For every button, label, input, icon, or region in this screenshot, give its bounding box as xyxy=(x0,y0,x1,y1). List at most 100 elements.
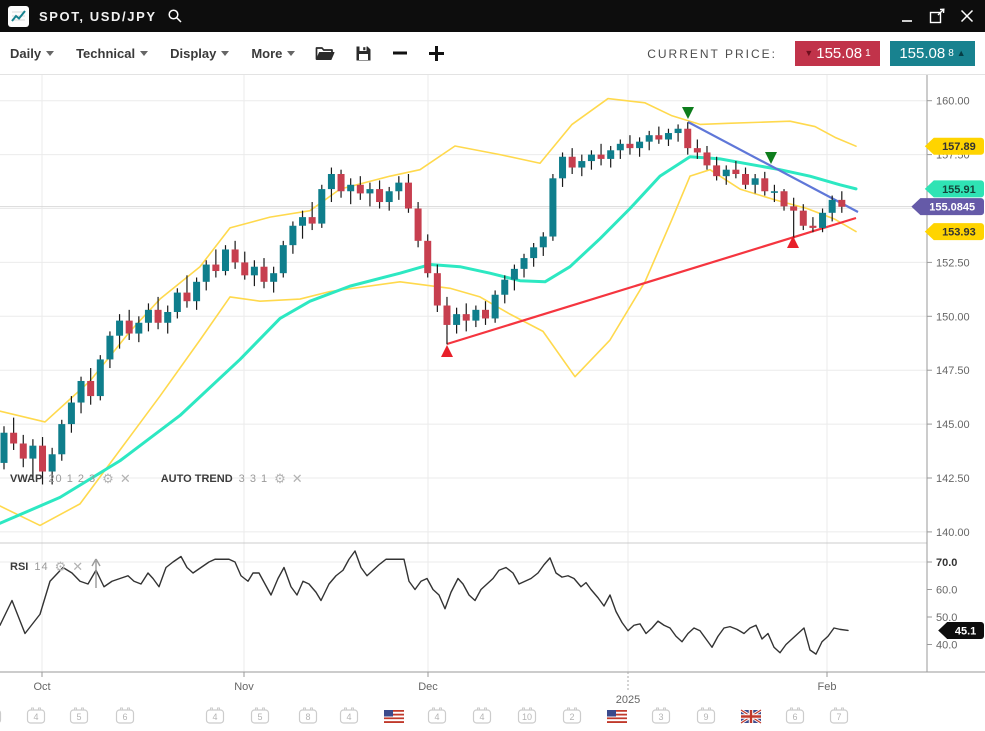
candle-body xyxy=(626,144,633,148)
candle-body xyxy=(106,336,113,360)
candle-body xyxy=(800,211,807,226)
menu-daily[interactable]: Daily xyxy=(10,46,54,61)
rsi-settings-gear-icon[interactable]: ⚙ xyxy=(55,560,67,573)
candle-body xyxy=(212,265,219,271)
toolbar: Daily Technical Display More xyxy=(0,32,985,75)
candle-body xyxy=(29,446,36,459)
candle-body xyxy=(472,310,479,321)
candle-body xyxy=(366,189,373,193)
close-icon[interactable] xyxy=(957,6,977,26)
vwap-settings-gear-icon[interactable]: ⚙ xyxy=(102,472,114,485)
candle-body xyxy=(338,174,345,191)
candle-body xyxy=(521,258,528,269)
candle-body xyxy=(49,454,56,471)
candle-body xyxy=(463,314,470,320)
calendar-event-day: 5 xyxy=(257,712,262,722)
month-label: Oct xyxy=(33,681,50,693)
calendar-event-day: 6 xyxy=(792,712,797,722)
candle-body xyxy=(588,155,595,161)
calendar-event-day: 7 xyxy=(836,712,841,722)
menu-display-label: Display xyxy=(170,46,216,61)
folder-open-icon[interactable] xyxy=(315,45,335,62)
window-controls xyxy=(897,0,977,32)
candle-body xyxy=(492,295,499,319)
price-tick-label: 145.00 xyxy=(936,419,970,431)
candle-body xyxy=(694,148,701,152)
candle-body xyxy=(270,273,277,282)
candle-body xyxy=(415,209,422,241)
us-flag-icon xyxy=(384,719,404,721)
bid-price-badge: ▼ 155.081 xyxy=(795,41,880,66)
minimize-icon[interactable] xyxy=(897,6,917,26)
calendar-event-day: 5 xyxy=(76,712,81,722)
candle-body xyxy=(289,226,296,245)
rsi-remove-icon[interactable]: ✕ xyxy=(72,560,83,573)
arrow-down-icon: ▼ xyxy=(804,49,813,58)
vwap-remove-icon[interactable]: ✕ xyxy=(120,472,131,485)
bid-price-value: 155.08 xyxy=(816,45,862,62)
candle-body xyxy=(655,135,662,139)
candle-body xyxy=(443,306,450,325)
vwap-indicator-label: VWAP xyxy=(10,473,42,485)
candle-body xyxy=(155,310,162,323)
candle-body xyxy=(578,161,585,167)
rsi-tick-label: 40.0 xyxy=(936,640,957,652)
menu-display[interactable]: Display xyxy=(170,46,229,61)
candle-body xyxy=(549,178,556,236)
rsi-value-badge-value: 45.1 xyxy=(955,625,976,637)
calendar-event-day: 9 xyxy=(703,712,708,722)
chevron-down-icon xyxy=(46,51,54,56)
candle-body xyxy=(87,381,94,396)
candle-body xyxy=(838,200,845,207)
candle-body xyxy=(395,183,402,192)
candle-body xyxy=(203,265,210,282)
candle-body xyxy=(280,245,287,273)
calendar-event-day: 3 xyxy=(658,712,663,722)
candle-body xyxy=(20,444,27,459)
calendar-event-day: 4 xyxy=(33,712,38,722)
arrow-up-icon: ▲ xyxy=(957,49,966,58)
plus-icon[interactable] xyxy=(428,45,445,62)
autotrend-indicator-label: AUTO TREND xyxy=(161,473,233,485)
candle-body xyxy=(347,185,354,191)
candle-body xyxy=(58,424,65,454)
minus-icon[interactable] xyxy=(392,45,408,61)
calendar-event-day: 4 xyxy=(479,712,484,722)
candle-body xyxy=(318,189,325,223)
price-badge-value: 155.0845 xyxy=(929,202,975,214)
menu-daily-label: Daily xyxy=(10,46,41,61)
price-tick-label: 147.50 xyxy=(936,365,970,377)
search-icon[interactable] xyxy=(167,8,183,24)
menu-technical[interactable]: Technical xyxy=(76,46,148,61)
candle-body xyxy=(386,191,393,202)
month-label: Feb xyxy=(818,681,837,693)
candle-body xyxy=(530,247,537,258)
app-logo-icon xyxy=(8,6,29,27)
calendar-event-day: 6 xyxy=(122,712,127,722)
candle-body xyxy=(790,206,797,210)
candle-body xyxy=(684,129,691,148)
month-label: Dec xyxy=(418,681,438,693)
candle-body xyxy=(598,155,605,159)
candle-body xyxy=(511,269,518,280)
save-icon[interactable] xyxy=(355,45,372,62)
candle-body xyxy=(241,262,248,275)
autotrend-remove-icon[interactable]: ✕ xyxy=(292,472,303,485)
candle-body xyxy=(809,226,816,228)
price-tick-label: 142.50 xyxy=(936,473,970,485)
candle-body xyxy=(222,249,229,271)
candle-body xyxy=(732,170,739,174)
candle-body xyxy=(675,129,682,133)
candle-body xyxy=(10,433,17,444)
current-price-area: CURRENT PRICE: ▼ 155.081 155.088 ▲ xyxy=(647,32,975,75)
candle-body xyxy=(636,142,643,148)
chart-background xyxy=(0,75,985,731)
price-chart[interactable]: 160.00157.50155.00152.50150.00147.50145.… xyxy=(0,0,985,731)
calendar-event-icon xyxy=(0,710,1,723)
candle-body xyxy=(742,174,749,185)
autotrend-settings-gear-icon[interactable]: ⚙ xyxy=(274,472,286,485)
price-badge-value: 155.91 xyxy=(942,184,976,196)
menu-more[interactable]: More xyxy=(251,46,295,61)
us-flag-icon xyxy=(607,721,627,723)
popout-icon[interactable] xyxy=(927,6,947,26)
